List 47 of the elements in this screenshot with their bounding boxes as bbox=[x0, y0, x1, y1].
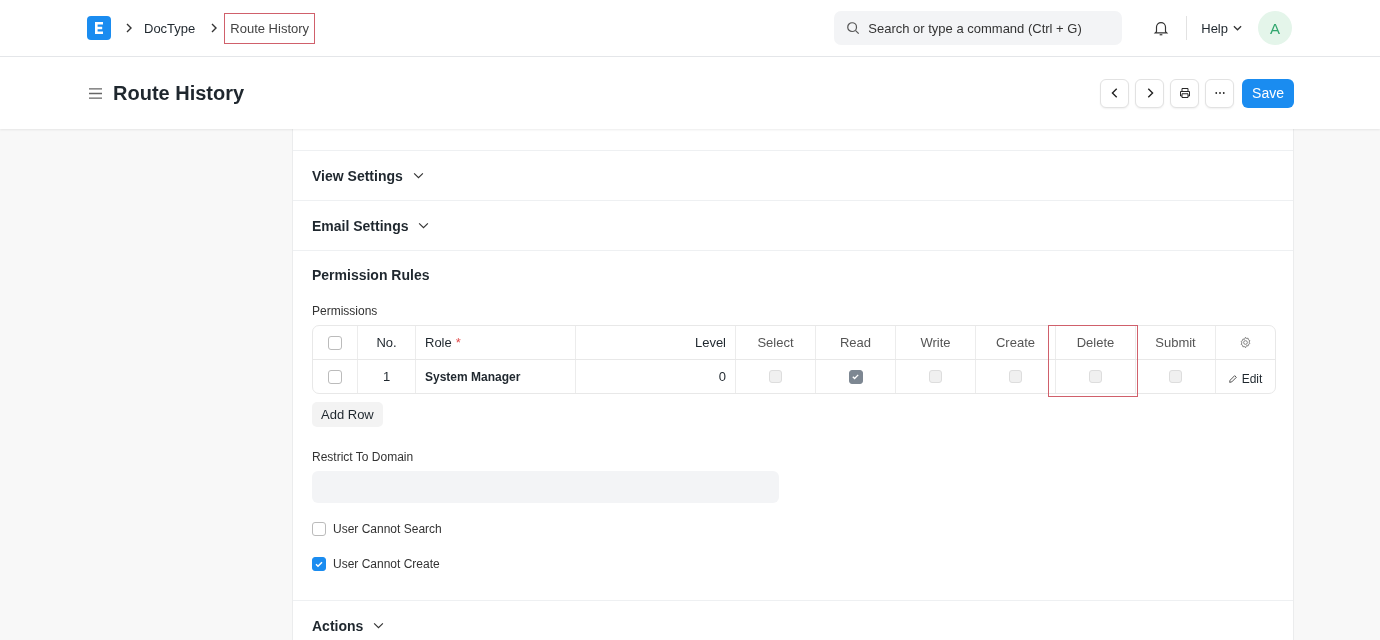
column-header: Write bbox=[920, 335, 951, 350]
column-header: Select bbox=[757, 335, 794, 350]
column-header: No. bbox=[376, 335, 397, 350]
settings-icon[interactable] bbox=[1238, 336, 1252, 349]
edit-button[interactable]: Edit bbox=[1227, 371, 1263, 386]
page-title: Route History bbox=[113, 81, 245, 105]
column-header: Submit bbox=[1155, 335, 1196, 350]
checkbox[interactable] bbox=[312, 557, 326, 571]
printer-icon bbox=[1178, 87, 1191, 99]
column-header: Create bbox=[996, 335, 1035, 350]
table-cell: 1 bbox=[382, 369, 391, 384]
notification-bell-icon[interactable] bbox=[1152, 19, 1171, 37]
pencil-icon bbox=[1227, 373, 1238, 384]
field-label: Permissions bbox=[312, 304, 379, 318]
checkbox-option[interactable]: User Cannot Create bbox=[312, 555, 1274, 573]
row-checkbox[interactable] bbox=[328, 369, 342, 384]
column-header: Role bbox=[425, 335, 452, 350]
chevron-right-icon bbox=[125, 23, 133, 33]
checkbox-option[interactable]: User Cannot Search bbox=[312, 520, 1274, 538]
menu-icon[interactable] bbox=[88, 86, 103, 100]
section-header[interactable]: Email Settings bbox=[312, 217, 430, 234]
section-header[interactable]: View Settings bbox=[312, 167, 424, 184]
table-cell: 0 bbox=[718, 369, 726, 384]
check-icon bbox=[314, 559, 324, 569]
table-cell: System Manager bbox=[425, 369, 521, 384]
search-icon bbox=[846, 21, 861, 35]
caret-icon bbox=[1233, 25, 1242, 31]
search-field[interactable]: Search or type a command (Ctrl + G) bbox=[834, 11, 1123, 45]
required-asterisk: * bbox=[455, 335, 461, 350]
field-label: Restrict To Domain bbox=[312, 450, 415, 464]
more-options-button[interactable] bbox=[1205, 78, 1235, 108]
breadcrumb-link[interactable]: DocType bbox=[139, 13, 201, 43]
checkbox[interactable] bbox=[312, 522, 326, 536]
column-header: Read bbox=[839, 335, 872, 350]
column-header: Level bbox=[694, 335, 726, 350]
section-header[interactable]: Actions bbox=[312, 617, 385, 634]
chevron-right-icon bbox=[210, 23, 219, 33]
breadcrumb-link[interactable]: Route History bbox=[224, 12, 316, 44]
help-menu-button[interactable]: Help bbox=[1201, 20, 1242, 36]
checkbox[interactable] bbox=[328, 335, 342, 350]
column-header: Delete bbox=[1076, 335, 1115, 350]
next-button[interactable] bbox=[1135, 78, 1165, 108]
print-button[interactable] bbox=[1170, 78, 1200, 108]
add-row-button[interactable]: Add Row bbox=[312, 402, 383, 427]
section-title: Permission Rules bbox=[312, 267, 431, 283]
previous-button[interactable] bbox=[1100, 78, 1130, 108]
app-logo-icon[interactable] bbox=[87, 16, 111, 40]
